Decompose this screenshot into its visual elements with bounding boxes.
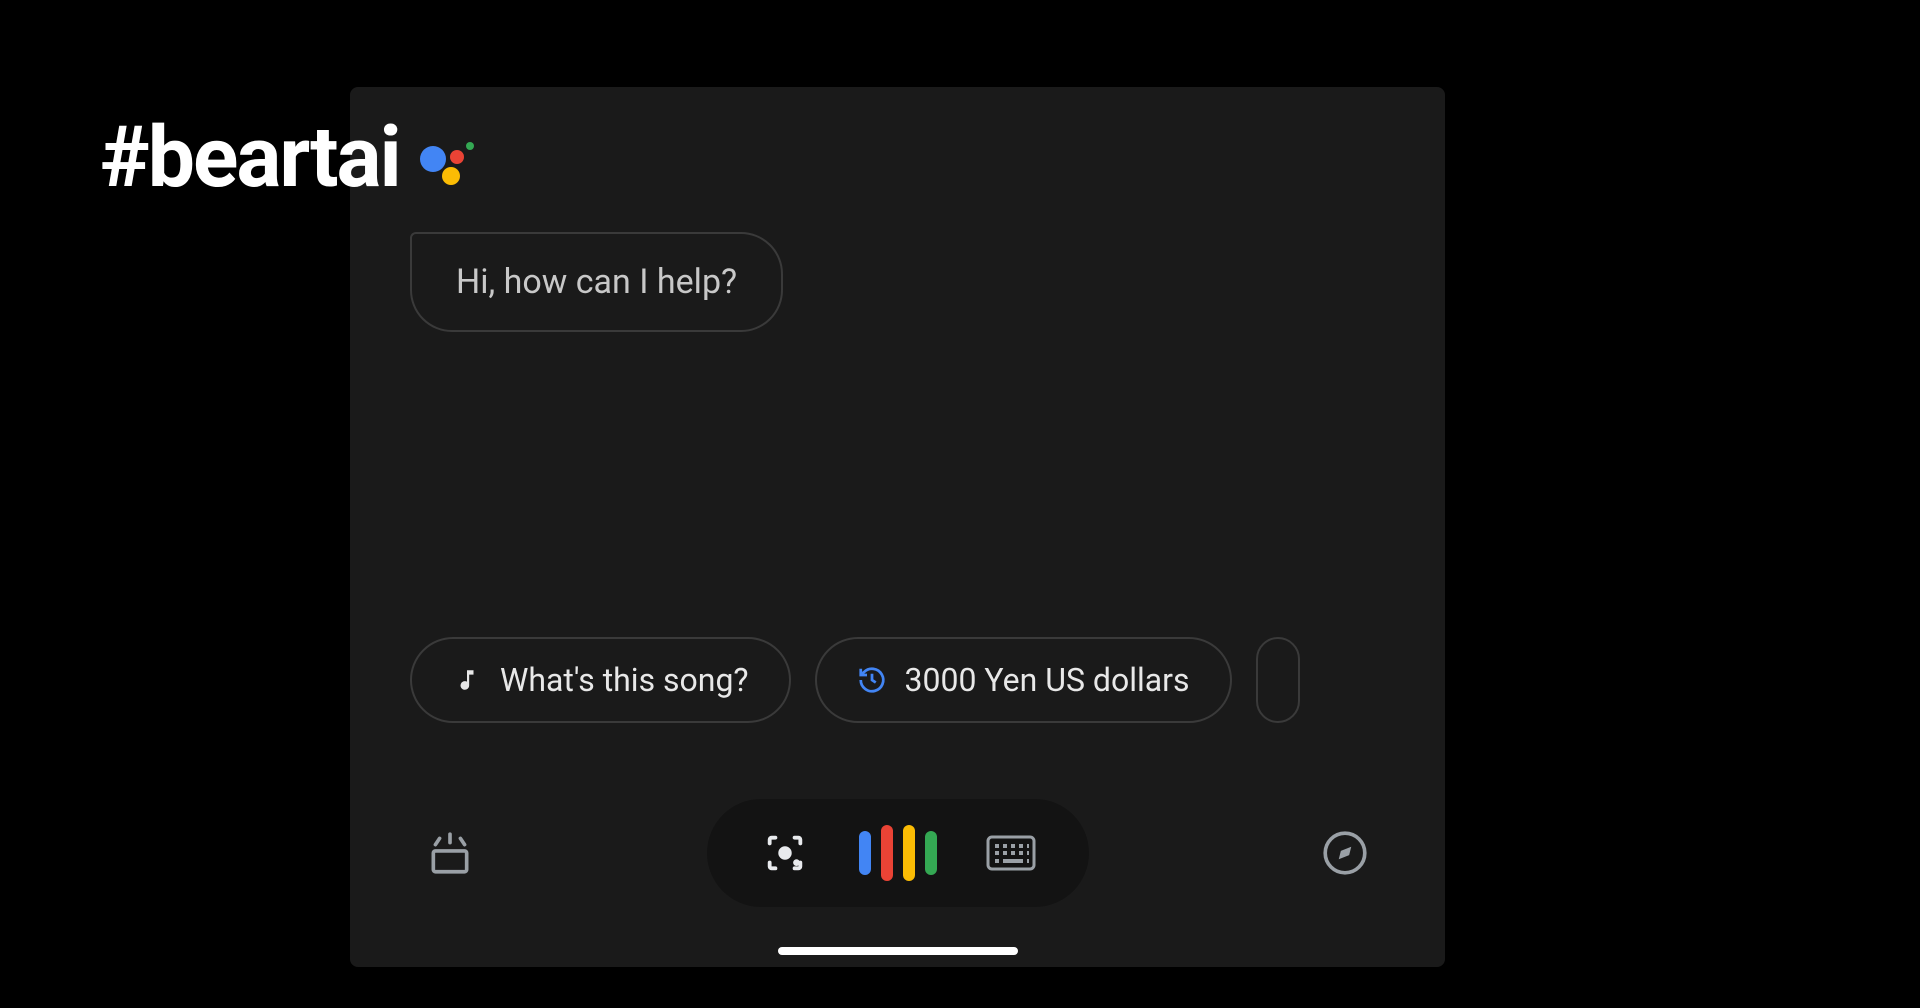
suggestion-chip-song[interactable]: What's this song? (410, 637, 791, 723)
chip-label: What's this song? (500, 661, 749, 699)
voice-bar-icon (925, 831, 937, 875)
greeting-bubble: Hi, how can I help? (410, 232, 783, 332)
suggestion-chips-row: What's this song? 3000 Yen US dollars (410, 637, 1445, 723)
bottom-toolbar (350, 799, 1445, 907)
watermark-logo: #beartai (100, 108, 400, 207)
voice-input-button[interactable] (859, 825, 937, 881)
compass-icon (1320, 828, 1370, 878)
snapshot-icon (425, 828, 475, 878)
explore-button[interactable] (1317, 825, 1373, 881)
music-note-icon (452, 665, 482, 695)
google-assistant-logo-icon (420, 134, 480, 189)
voice-bar-icon (903, 825, 915, 881)
keyboard-button[interactable] (983, 825, 1039, 881)
lens-button[interactable] (757, 825, 813, 881)
history-icon (857, 665, 887, 695)
suggestion-chip-currency[interactable]: 3000 Yen US dollars (815, 637, 1232, 723)
keyboard-icon (986, 833, 1036, 873)
chip-label: 3000 Yen US dollars (905, 661, 1190, 699)
home-indicator[interactable] (778, 947, 1018, 955)
suggestion-chip-more[interactable] (1256, 637, 1300, 723)
snapshot-button[interactable] (422, 825, 478, 881)
voice-bar-icon (881, 825, 893, 881)
greeting-text: Hi, how can I help? (456, 262, 737, 302)
lens-icon (762, 830, 808, 876)
voice-bar-icon (859, 831, 871, 875)
assistant-panel: Hi, how can I help? What's this song? 30… (350, 87, 1445, 967)
input-pill (707, 799, 1089, 907)
